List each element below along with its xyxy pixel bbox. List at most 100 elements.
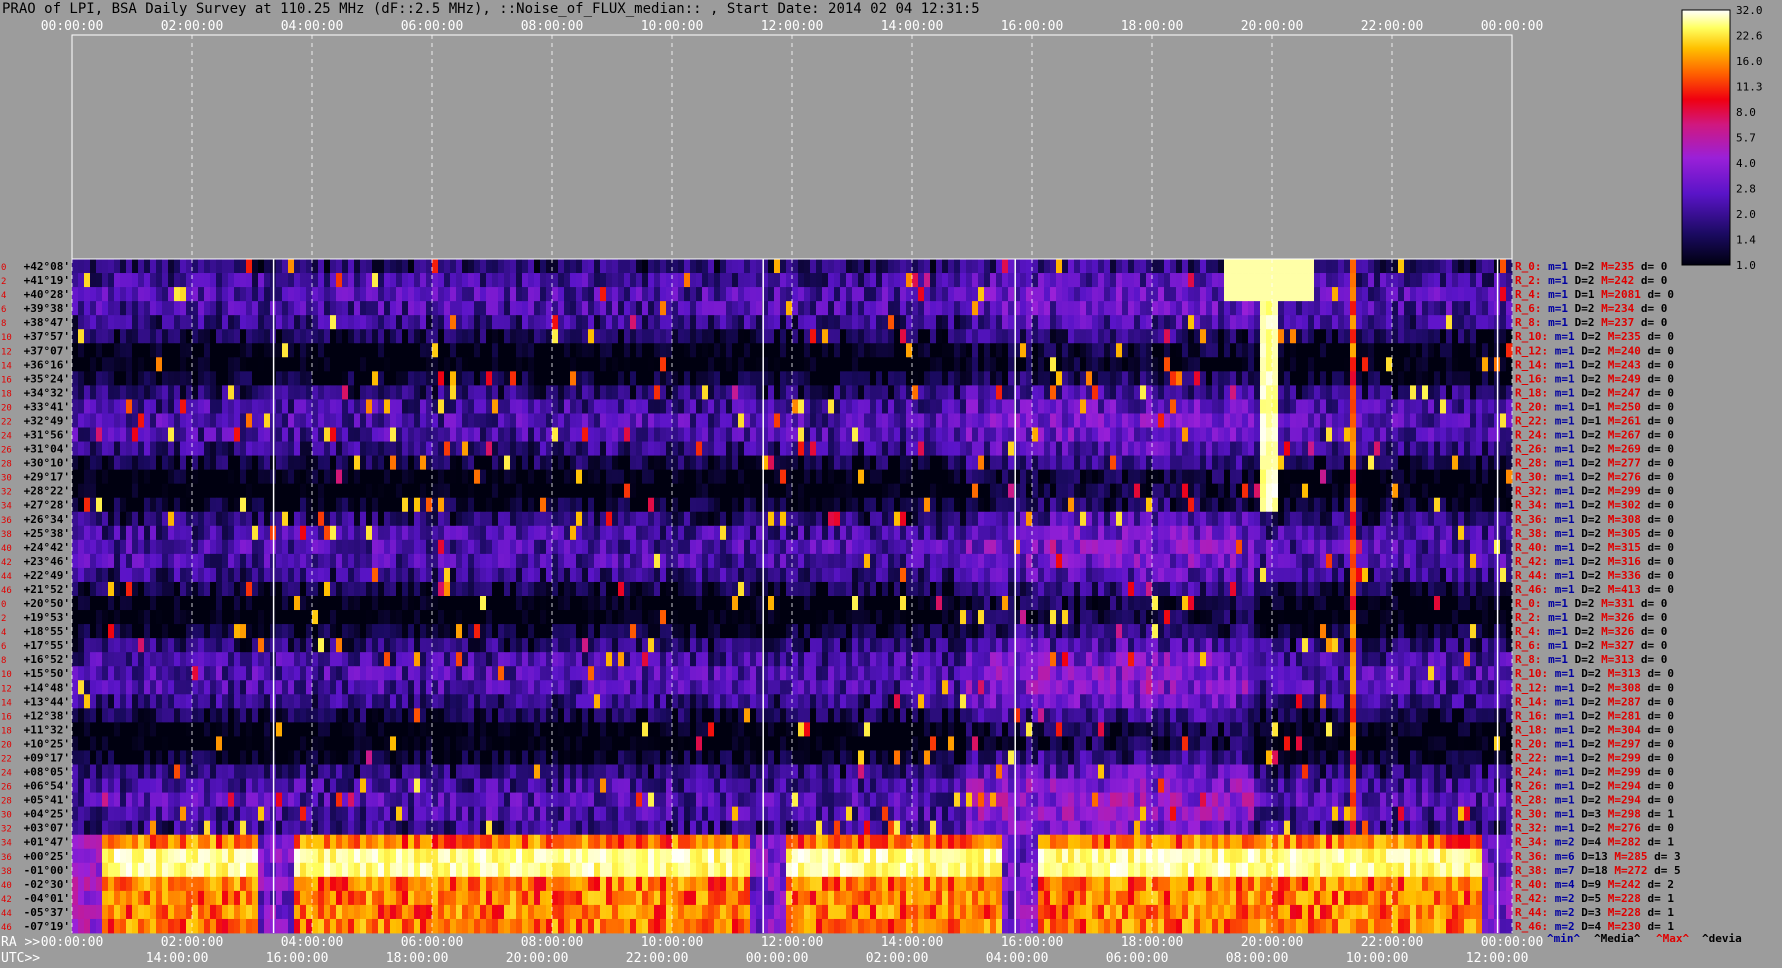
- heat-cell: [1404, 357, 1410, 371]
- heat-cell: [1260, 259, 1266, 273]
- heat-cell: [1476, 512, 1482, 526]
- heat-cell: [960, 498, 966, 512]
- heat-cell: [780, 442, 786, 456]
- heat-cell: [294, 287, 300, 301]
- heat-cell: [1062, 329, 1068, 343]
- heat-cell: [984, 484, 990, 498]
- heat-cell: [690, 273, 696, 287]
- heat-cell: [1362, 512, 1368, 526]
- heat-cell: [426, 399, 432, 413]
- heat-cell: [1356, 301, 1362, 315]
- heat-cell: [384, 371, 390, 385]
- heat-cell: [330, 273, 336, 287]
- heat-cell: [174, 301, 180, 315]
- heat-cell: [816, 484, 822, 498]
- heat-cell: [864, 399, 870, 413]
- heat-cell: [636, 385, 642, 399]
- heat-cell: [1182, 357, 1188, 371]
- heat-cell: [1110, 526, 1116, 540]
- heat-cell: [474, 442, 480, 456]
- heat-cell: [372, 399, 378, 413]
- heat-cell: [1296, 357, 1302, 371]
- heat-cell: [1296, 484, 1302, 498]
- heat-cell: [1290, 259, 1296, 273]
- heat-cell: [1278, 273, 1284, 287]
- heat-cell: [348, 413, 354, 427]
- heat-cell: [378, 371, 384, 385]
- heat-cell: [960, 301, 966, 315]
- heat-cell: [1344, 484, 1350, 498]
- heat-cell: [264, 413, 270, 427]
- heat-cell: [570, 512, 576, 526]
- heat-cell: [912, 357, 918, 371]
- heat-cell: [246, 526, 252, 540]
- heat-cell: [1284, 343, 1290, 357]
- heat-cell: [1188, 442, 1194, 456]
- heat-cell: [1284, 498, 1290, 512]
- heat-cell: [1446, 413, 1452, 427]
- heat-cell: [564, 498, 570, 512]
- heat-cell: [318, 329, 324, 343]
- heat-cell: [1482, 315, 1488, 329]
- heat-cell: [780, 371, 786, 385]
- heat-cell: [324, 343, 330, 357]
- heat-cell: [1074, 357, 1080, 371]
- heat-cell: [180, 371, 186, 385]
- heat-cell: [114, 399, 120, 413]
- heat-cell: [1110, 287, 1116, 301]
- heat-cell: [588, 343, 594, 357]
- heat-cell: [978, 287, 984, 301]
- heat-cell: [234, 428, 240, 442]
- heat-cell: [1326, 442, 1332, 456]
- heat-cell: [1050, 428, 1056, 442]
- heat-cell: [78, 456, 84, 470]
- heat-cell: [84, 273, 90, 287]
- heat-cell: [1218, 540, 1224, 554]
- heat-cell: [1386, 442, 1392, 456]
- heat-cell: [582, 357, 588, 371]
- heat-cell: [570, 357, 576, 371]
- heat-cell: [1122, 540, 1128, 554]
- heat-cell: [738, 357, 744, 371]
- heat-cell: [1440, 526, 1446, 540]
- heat-cell: [1020, 399, 1026, 413]
- heat-cell: [834, 413, 840, 427]
- heat-cell: [594, 301, 600, 315]
- heat-cell: [720, 301, 726, 315]
- heat-cell: [918, 329, 924, 343]
- heat-cell: [564, 273, 570, 287]
- heat-cell: [282, 470, 288, 484]
- heat-cell: [732, 470, 738, 484]
- heat-cell: [804, 442, 810, 456]
- heat-cell: [804, 498, 810, 512]
- heat-cell: [798, 442, 804, 456]
- heat-cell: [900, 540, 906, 554]
- heat-cell: [780, 385, 786, 399]
- heat-cell: [432, 413, 438, 427]
- heat-cell: [756, 287, 762, 301]
- heat-cell: [246, 343, 252, 357]
- heat-cell: [1374, 526, 1380, 540]
- heat-cell: [432, 526, 438, 540]
- heat-cell: [1206, 413, 1212, 427]
- heat-cell: [114, 526, 120, 540]
- heat-cell: [780, 301, 786, 315]
- heat-cell: [354, 442, 360, 456]
- heat-cell: [750, 329, 756, 343]
- heat-cell: [1422, 512, 1428, 526]
- heat-cell: [1266, 273, 1272, 287]
- heat-cell: [888, 273, 894, 287]
- heat-cell: [480, 540, 486, 554]
- heat-cell: [462, 413, 468, 427]
- heat-cell: [1032, 259, 1038, 273]
- heat-cell: [912, 540, 918, 554]
- heat-cell: [522, 329, 528, 343]
- heat-cell: [312, 301, 318, 315]
- heat-cell: [912, 413, 918, 427]
- heat-cell: [288, 456, 294, 470]
- heat-cell: [774, 273, 780, 287]
- heat-cell: [492, 273, 498, 287]
- heat-cell: [750, 273, 756, 287]
- heat-cell: [192, 498, 198, 512]
- heat-cell: [258, 413, 264, 427]
